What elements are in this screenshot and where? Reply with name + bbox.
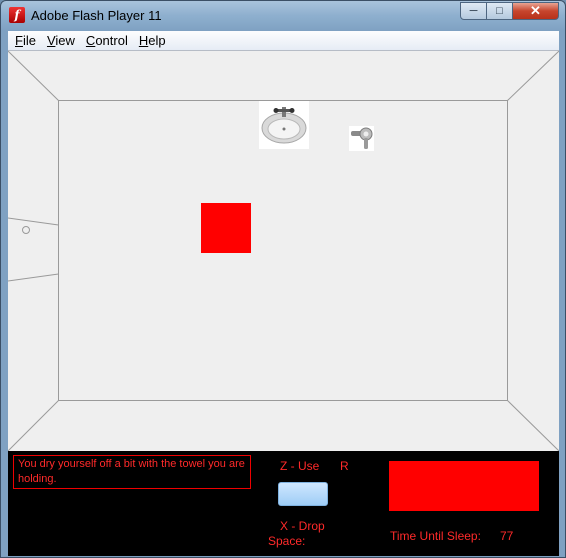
- flash-player-window: f Adobe Flash Player 11 ─ □ ✕ File View …: [0, 0, 566, 558]
- use-key-hint: R: [340, 459, 349, 473]
- door-bottom-edge: [8, 273, 59, 282]
- game-stage[interactable]: [8, 51, 559, 451]
- room-corner-top-right: [507, 51, 559, 101]
- hair-dryer-drawing: [351, 127, 373, 149]
- menu-help-label: elp: [148, 33, 166, 48]
- menu-view[interactable]: View: [47, 33, 75, 48]
- door-top-edge: [8, 217, 59, 226]
- maximize-button[interactable]: □: [487, 2, 513, 20]
- player-square: [201, 203, 251, 253]
- close-button[interactable]: ✕: [513, 2, 559, 20]
- menu-control-label: ontrol: [95, 33, 128, 48]
- room-corner-top-left: [8, 51, 59, 101]
- space-label: Space:: [268, 534, 306, 548]
- sleep-label: Time Until Sleep:: [390, 529, 481, 543]
- minimize-button[interactable]: ─: [460, 2, 487, 20]
- door-knob: [22, 226, 30, 234]
- room-corner-bottom-right: [507, 400, 559, 451]
- menu-bar: File View Control Help: [8, 31, 559, 51]
- towel-icon[interactable]: [278, 482, 328, 506]
- window-controls: ─ □ ✕: [460, 2, 559, 20]
- menu-file-accel: F: [15, 33, 23, 48]
- sink-drawing: [261, 107, 307, 144]
- menu-help[interactable]: Help: [139, 33, 166, 48]
- menu-file[interactable]: File: [15, 33, 36, 48]
- hud-panel: You dry yourself off a bit with the towe…: [8, 451, 559, 556]
- flash-app-icon: f: [9, 7, 25, 23]
- sink-icon[interactable]: [259, 101, 309, 149]
- drop-label: X - Drop: [280, 519, 325, 533]
- room-corner-bottom-left: [8, 400, 59, 451]
- window-title: Adobe Flash Player 11: [31, 8, 162, 23]
- sleep-meter-bar: [389, 461, 539, 511]
- menu-control-accel: C: [85, 33, 96, 48]
- menu-help-accel: H: [138, 33, 149, 48]
- menu-control[interactable]: Control: [86, 33, 128, 48]
- sleep-value: 77: [500, 529, 514, 543]
- menu-file-label: ile: [22, 33, 36, 48]
- hair-dryer-icon[interactable]: [349, 126, 374, 151]
- title-bar[interactable]: f Adobe Flash Player 11 ─ □ ✕: [1, 1, 565, 31]
- use-label: Z - Use: [280, 459, 320, 473]
- menu-view-label: iew: [55, 33, 75, 48]
- message-box: You dry yourself off a bit with the towe…: [13, 455, 251, 489]
